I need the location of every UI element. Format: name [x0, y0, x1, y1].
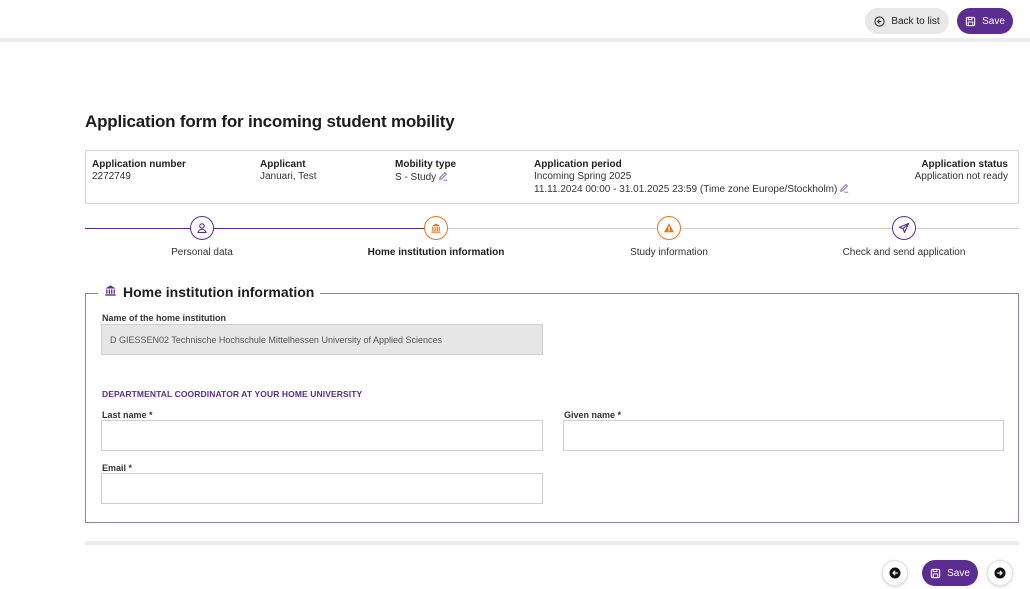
- save-label: Save: [947, 567, 970, 579]
- send-icon: [892, 216, 916, 240]
- page-title: Application form for incoming student mo…: [85, 112, 455, 131]
- next-step-button[interactable]: [987, 560, 1013, 586]
- step-personal-data[interactable]: Personal data: [112, 216, 292, 258]
- back-to-list-label: Back to list: [891, 15, 940, 27]
- step-label: Check and send application: [842, 247, 966, 258]
- application-status: Application status Application not ready: [915, 159, 1008, 183]
- mobility-type-label: Mobility type: [395, 159, 457, 170]
- step-label: Home institution information: [367, 247, 505, 258]
- section-title: Home institution information: [123, 284, 315, 300]
- application-status-label: Application status: [921, 159, 1008, 170]
- last-name-field[interactable]: [101, 420, 543, 451]
- institution-icon: [104, 284, 117, 300]
- coordinator-heading: DEPARTMENTAL COORDINATOR AT YOUR HOME UN…: [102, 389, 363, 399]
- step-study-information[interactable]: Study information: [579, 216, 759, 258]
- email-field[interactable]: [101, 473, 543, 504]
- save-button[interactable]: Save: [957, 8, 1013, 34]
- arrow-right-circle-icon: [994, 567, 1006, 579]
- progress-stepper: Personal data Home institution informati…: [85, 216, 1019, 260]
- arrow-left-circle-icon: [874, 15, 885, 27]
- application-period-label: Application period: [534, 159, 622, 170]
- applicant-value: Januari, Test: [260, 171, 317, 182]
- previous-step-button[interactable]: [882, 560, 908, 586]
- application-summary: Application number 2272749 Applicant Jan…: [85, 150, 1019, 204]
- application-period-dates: 11.11.2024 00:00 - 31.01.2025 23:59 (Tim…: [534, 184, 838, 195]
- footer-save-button[interactable]: Save: [922, 560, 978, 586]
- edit-mobility-type-icon[interactable]: [438, 171, 448, 185]
- applicant-label: Applicant: [260, 159, 306, 170]
- application-status-value: Application not ready: [914, 171, 1008, 182]
- mobility-type: Mobility type S - Study: [395, 159, 456, 185]
- save-label: Save: [982, 15, 1005, 27]
- application-period-value: Incoming Spring 2025: [534, 171, 632, 182]
- step-home-institution[interactable]: Home institution information: [346, 216, 526, 258]
- user-icon: [190, 216, 214, 240]
- application-number: Application number 2272749: [92, 159, 186, 183]
- arrow-left-circle-icon: [889, 567, 901, 579]
- mobility-type-value: S - Study: [395, 172, 437, 183]
- save-icon: [930, 568, 941, 579]
- email-label: Email *: [102, 463, 133, 473]
- top-toolbar: Back to list Save: [0, 0, 1030, 42]
- given-name-label: Given name *: [564, 410, 622, 420]
- given-name-field[interactable]: [563, 420, 1004, 451]
- edit-application-period-icon[interactable]: [839, 183, 849, 197]
- home-institution-section: Home institution information Name of the…: [85, 284, 1019, 523]
- section-legend: Home institution information: [98, 284, 321, 300]
- footer-divider: [85, 541, 1019, 545]
- step-label: Study information: [630, 247, 708, 258]
- save-icon: [965, 16, 976, 27]
- back-to-list-button[interactable]: Back to list: [865, 8, 949, 34]
- home-institution-name-field[interactable]: [101, 324, 543, 355]
- warning-icon: [657, 216, 681, 240]
- step-check-and-send[interactable]: Check and send application: [814, 216, 994, 258]
- institution-icon: [424, 216, 448, 240]
- last-name-label: Last name *: [102, 410, 153, 420]
- step-label: Personal data: [171, 247, 233, 258]
- applicant: Applicant Januari, Test: [260, 159, 317, 183]
- home-institution-name-label: Name of the home institution: [102, 313, 227, 323]
- application-number-value: 2272749: [92, 171, 131, 182]
- application-number-label: Application number: [92, 159, 186, 170]
- application-period: Application period Incoming Spring 2025 …: [534, 159, 849, 197]
